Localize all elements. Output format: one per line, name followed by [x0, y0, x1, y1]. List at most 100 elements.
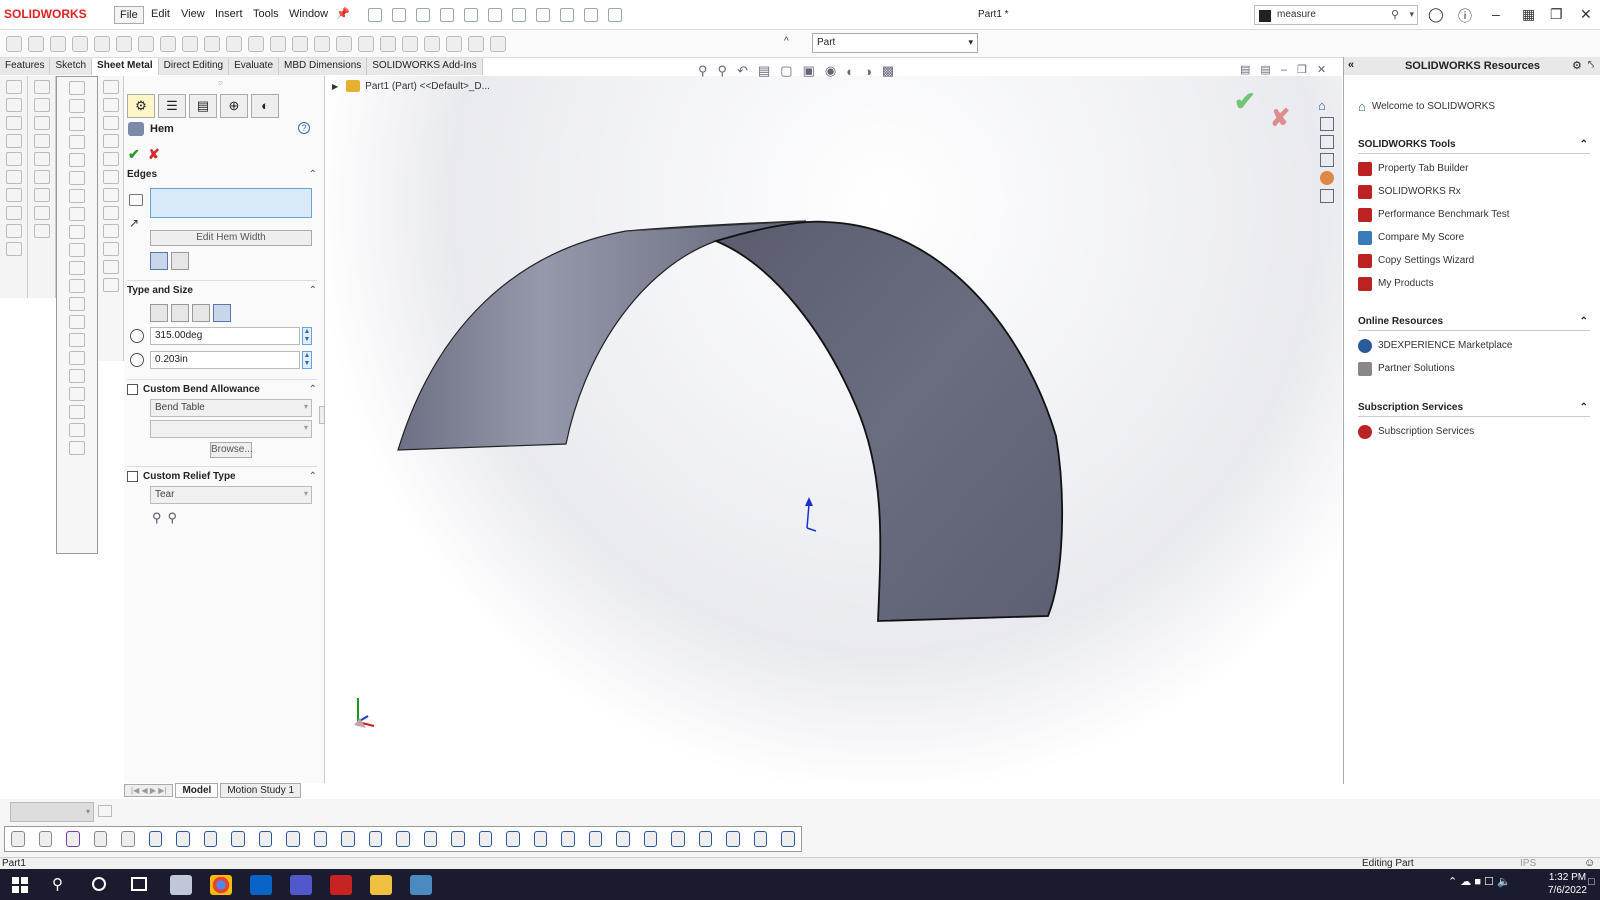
- undo-icon[interactable]: [488, 8, 502, 22]
- filter-icon[interactable]: [11, 831, 25, 847]
- tool-icon[interactable]: [33, 206, 50, 220]
- filter-icon[interactable]: [148, 831, 163, 847]
- viewport-close-icon[interactable]: ✕: [1317, 63, 1326, 76]
- filter-icon[interactable]: [203, 831, 218, 847]
- tool-icon[interactable]: [5, 134, 22, 148]
- property-tab-builder-link[interactable]: Property Tab Builder: [1358, 157, 1510, 180]
- minimize-icon[interactable]: –: [1492, 6, 1500, 22]
- tool-icon[interactable]: [102, 170, 119, 184]
- tool-icon[interactable]: [102, 206, 119, 220]
- tool-icon[interactable]: [69, 207, 85, 221]
- unfold-icon[interactable]: [336, 36, 352, 52]
- filter-icon[interactable]: [726, 831, 740, 847]
- filter-icon[interactable]: [698, 831, 713, 847]
- apply-scene-icon[interactable]: ◑: [864, 64, 872, 79]
- file-explorer-icon[interactable]: [1320, 135, 1334, 149]
- relief-type-select[interactable]: Tear ▾: [150, 486, 312, 504]
- my-products-link[interactable]: My Products: [1358, 272, 1510, 295]
- taskbar-app-icon[interactable]: [170, 875, 192, 895]
- hem-open-icon[interactable]: [171, 304, 189, 322]
- tool-icon[interactable]: [69, 81, 85, 95]
- filter-icon[interactable]: [286, 831, 300, 847]
- tab-model[interactable]: Model: [175, 783, 219, 798]
- filter-icon[interactable]: [176, 831, 190, 847]
- filter-icon[interactable]: [121, 831, 135, 847]
- filter-icon[interactable]: [671, 831, 685, 847]
- tool-icon[interactable]: [5, 206, 22, 220]
- tool-icon[interactable]: [33, 80, 50, 94]
- rebuild-icon[interactable]: [560, 8, 574, 22]
- tile-icon[interactable]: ▦: [1522, 6, 1535, 23]
- windows-start-icon[interactable]: [12, 877, 28, 893]
- miter-flange-icon[interactable]: [94, 36, 110, 52]
- tool-icon[interactable]: [102, 278, 119, 292]
- browse-button[interactable]: Browse...: [210, 442, 253, 458]
- tool-icon[interactable]: [102, 116, 119, 130]
- radius-field[interactable]: 0.203in: [150, 351, 300, 369]
- tool-icon[interactable]: [69, 171, 85, 185]
- filter-icon[interactable]: [368, 831, 383, 847]
- redo-icon[interactable]: [512, 8, 526, 22]
- benchmark-link[interactable]: Performance Benchmark Test: [1358, 203, 1510, 226]
- task-view-icon[interactable]: [131, 877, 147, 891]
- tool-icon[interactable]: [33, 98, 50, 112]
- tool-icon[interactable]: [69, 261, 85, 275]
- open-icon[interactable]: [416, 8, 430, 22]
- filter-icon[interactable]: [341, 831, 355, 847]
- sketched-bend-icon[interactable]: [160, 36, 176, 52]
- edit-hem-width-button[interactable]: Edit Hem Width: [150, 230, 312, 246]
- home-icon[interactable]: [368, 8, 382, 22]
- angle-field[interactable]: 315.00deg: [150, 327, 300, 345]
- tool-icon[interactable]: [69, 441, 85, 455]
- filter-icon[interactable]: [66, 831, 80, 847]
- taskbar-clock[interactable]: 1:32 PM 7/6/2022: [1548, 871, 1587, 897]
- jog-icon[interactable]: [138, 36, 154, 52]
- filter-icon[interactable]: [313, 831, 328, 847]
- tools-section-header[interactable]: SOLIDWORKS Tools ⌃: [1358, 139, 1590, 154]
- tool-icon[interactable]: [102, 98, 119, 112]
- filter-toggle-icon[interactable]: [98, 805, 112, 817]
- bend-allowance-type-select[interactable]: Bend Table ▾: [150, 399, 312, 417]
- display-style-icon[interactable]: ▣: [803, 63, 815, 79]
- viewport-restore-icon[interactable]: ❐: [1297, 63, 1307, 76]
- cross-break-icon[interactable]: [182, 36, 198, 52]
- simple-hole-icon[interactable]: [292, 36, 308, 52]
- tool-icon[interactable]: [5, 98, 22, 112]
- tool-icon[interactable]: [5, 224, 22, 238]
- system-tray-icons[interactable]: ⌃ ☁ ■ ☐ 🔈: [1448, 875, 1511, 888]
- tool-icon[interactable]: [33, 188, 50, 202]
- pin-icon[interactable]: 📌: [336, 7, 350, 20]
- user-account-icon[interactable]: ◯: [1428, 6, 1444, 23]
- partner-solutions-link[interactable]: Partner Solutions: [1358, 357, 1513, 380]
- teams-icon[interactable]: [290, 875, 312, 895]
- tab-mbd-dimensions[interactable]: MBD Dimensions: [279, 58, 368, 75]
- marketplace-link[interactable]: 3DEXPERIENCE Marketplace: [1358, 334, 1513, 357]
- filter-icon[interactable]: [616, 831, 630, 847]
- tool-icon[interactable]: [102, 260, 119, 274]
- menu-tools[interactable]: Tools: [248, 6, 284, 22]
- rip-inside-icon[interactable]: ⚲: [168, 510, 178, 526]
- help-icon[interactable]: ?: [298, 122, 310, 134]
- filter-icon[interactable]: [753, 831, 768, 847]
- filter-icon[interactable]: [533, 831, 548, 847]
- radius-spinner[interactable]: ▲ ▼: [302, 351, 312, 369]
- status-units[interactable]: IPS: [1520, 858, 1536, 869]
- chevron-up-icon[interactable]: ⌃: [1580, 402, 1588, 413]
- graphics-area[interactable]: ✔ ✘ ⚲ ⚲ ↶ ▤ ▢ ▣ ◉ ◐ ◑ ▩ ▤ ▤ – ❐ ✕: [326, 63, 1342, 783]
- print-icon[interactable]: [464, 8, 478, 22]
- insert-bends-icon[interactable]: [424, 36, 440, 52]
- select-icon[interactable]: [536, 8, 550, 22]
- corners-icon[interactable]: [204, 36, 220, 52]
- hem-icon[interactable]: [116, 36, 132, 52]
- filter-dropdown[interactable]: ▾: [10, 802, 94, 822]
- ok-check-icon[interactable]: ✔: [128, 146, 140, 163]
- chevron-up-icon[interactable]: ⌃: [309, 169, 317, 180]
- chevron-up-icon[interactable]: ⌃: [1580, 139, 1588, 150]
- chevron-up-icon[interactable]: ⌃: [309, 384, 317, 395]
- edges-section-header[interactable]: Edges ⌃: [127, 169, 317, 180]
- menu-view[interactable]: View: [176, 6, 210, 22]
- type-size-section-header[interactable]: Type and Size ⌃: [127, 280, 317, 296]
- tool-icon[interactable]: [69, 243, 85, 257]
- tool-icon[interactable]: [102, 188, 119, 202]
- notifications-icon[interactable]: □: [1588, 876, 1595, 888]
